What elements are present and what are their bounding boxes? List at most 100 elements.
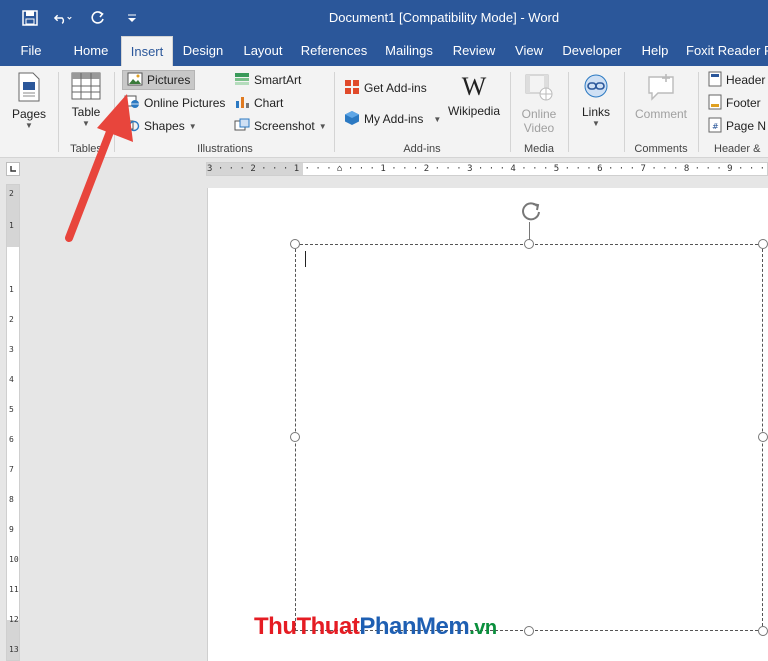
- ruler-tick: 9: [9, 525, 14, 534]
- links-label: Links: [581, 105, 610, 119]
- header-icon: [708, 71, 722, 90]
- smartart-icon: [234, 72, 250, 89]
- ruler-ticks: 3 · · · 2 · · · 1 · · · ⌂ · · · 1 · · · …: [207, 164, 767, 174]
- horizontal-ruler[interactable]: 3 · · · 2 · · · 1 · · · ⌂ · · · 1 · · · …: [206, 162, 768, 176]
- chart-icon: [234, 95, 250, 112]
- title-bar: Document1 [Compatibility Mode] - Word: [0, 0, 768, 36]
- watermark-part: .vn: [469, 617, 497, 639]
- watermark-part: Mem: [416, 613, 470, 640]
- pictures-button[interactable]: Pictures: [122, 70, 196, 90]
- header-button[interactable]: Header: [708, 70, 765, 90]
- window-title: Document1 [Compatibility Mode] - Word: [328, 10, 560, 25]
- ruler-tick: 6: [9, 435, 14, 444]
- tab-help[interactable]: Help: [636, 36, 674, 66]
- tab-home[interactable]: Home: [66, 36, 116, 66]
- vertical-ruler[interactable]: 2 1 1 2 3 4 5 6 7 8 9 10 11 12 13: [6, 184, 20, 661]
- get-addins-button[interactable]: Get Add-ins: [344, 78, 427, 98]
- tab-developer[interactable]: Developer: [558, 36, 626, 66]
- tab-file[interactable]: File: [8, 36, 54, 66]
- pictures-label: Pictures: [147, 73, 191, 87]
- group-label-header-footer: Header &: [714, 143, 761, 155]
- comment-button[interactable]: Comment: [630, 72, 692, 121]
- chart-label: Chart: [254, 96, 284, 110]
- resize-handle-bottom-right[interactable]: [758, 626, 768, 636]
- group-divider: [568, 72, 569, 152]
- watermark-logo: ThuThuatPhanMem.vn: [254, 613, 497, 641]
- ruler-tick: 8: [9, 495, 14, 504]
- group-label-illustrations: Illustrations: [197, 143, 253, 155]
- online-video-icon: [516, 72, 562, 105]
- group-label-comments: Comments: [634, 143, 688, 155]
- ruler-tick: 3: [9, 345, 14, 354]
- tab-design[interactable]: Design: [178, 36, 228, 66]
- chevron-down-icon: ▼: [433, 114, 442, 124]
- addins-icon: [344, 110, 360, 129]
- resize-handle-top-left[interactable]: [290, 239, 300, 249]
- watermark-part: Thuat: [296, 613, 360, 640]
- page-number-icon: #: [708, 117, 722, 136]
- comment-label: Comment: [634, 107, 687, 121]
- my-addins-label: My Add-ins: [364, 112, 424, 126]
- footer-button[interactable]: Footer: [708, 93, 761, 113]
- text-box[interactable]: [295, 244, 763, 631]
- ruler-tick: 5: [9, 405, 14, 414]
- tab-selector[interactable]: [6, 162, 20, 176]
- tab-foxit-reader[interactable]: Foxit Reader PD: [686, 36, 768, 66]
- page-number-button[interactable]: # Page N: [708, 116, 766, 136]
- smartart-button[interactable]: SmartArt: [234, 70, 301, 90]
- chevron-down-icon: ▼: [318, 121, 327, 131]
- wikipedia-button[interactable]: W Wikipedia: [444, 72, 504, 118]
- footer-label: Footer: [726, 96, 761, 110]
- group-label-addins: Add-ins: [403, 143, 441, 155]
- screenshot-icon: [234, 118, 250, 135]
- comment-icon: [630, 72, 692, 105]
- wikipedia-icon: W: [461, 72, 487, 101]
- ruler-tick: 13: [9, 645, 19, 654]
- screenshot-label: Screenshot: [254, 119, 315, 133]
- ruler-tick: 12: [9, 615, 19, 624]
- resize-handle-top[interactable]: [524, 239, 534, 249]
- ribbon-tabs: File Home Insert Design Layout Reference…: [0, 36, 768, 66]
- group-divider: [334, 72, 335, 152]
- ruler-tick: 1: [9, 221, 14, 230]
- tab-layout[interactable]: Layout: [238, 36, 288, 66]
- ruler-tick: 4: [9, 375, 14, 384]
- online-video-label-2: Video: [523, 121, 555, 135]
- tab-view[interactable]: View: [510, 36, 548, 66]
- online-video-button[interactable]: Online Video: [516, 72, 562, 135]
- ruler-tick: 2: [9, 315, 14, 324]
- wikipedia-label: Wikipedia: [447, 104, 501, 118]
- links-icon: [574, 72, 618, 103]
- ruler-tick: 11: [9, 585, 19, 594]
- resize-handle-right[interactable]: [758, 432, 768, 442]
- watermark-part: Thu: [254, 613, 297, 640]
- tab-references[interactable]: References: [298, 36, 370, 66]
- tab-mailings[interactable]: Mailings: [380, 36, 438, 66]
- tab-insert[interactable]: Insert: [121, 36, 173, 66]
- resize-handle-left[interactable]: [290, 432, 300, 442]
- pictures-icon: [127, 72, 143, 89]
- chart-button[interactable]: Chart: [234, 93, 283, 113]
- get-addins-label: Get Add-ins: [364, 81, 427, 95]
- ruler-tick: 7: [9, 465, 14, 474]
- group-label-media: Media: [524, 143, 554, 155]
- text-cursor: [305, 251, 306, 267]
- screenshot-button[interactable]: Screenshot ▼: [234, 116, 327, 136]
- resize-handle-top-right[interactable]: [758, 239, 768, 249]
- chevron-down-icon: ▼: [25, 121, 33, 130]
- my-addins-button[interactable]: My Add-ins ▼: [344, 109, 441, 129]
- svg-text:#: #: [712, 122, 719, 131]
- chevron-down-icon: ▼: [592, 119, 600, 128]
- pages-icon: [8, 72, 50, 105]
- pages-button[interactable]: Pages ▼: [8, 72, 50, 130]
- links-button[interactable]: Links ▼: [574, 72, 618, 128]
- chevron-down-icon: ▼: [188, 121, 197, 131]
- group-divider: [510, 72, 511, 152]
- store-icon: [344, 79, 360, 98]
- online-pictures-label: Online Pictures: [144, 96, 226, 110]
- online-video-label-1: Online: [521, 107, 557, 121]
- resize-handle-bottom[interactable]: [524, 626, 534, 636]
- rotate-icon[interactable]: [518, 198, 544, 224]
- tab-review[interactable]: Review: [448, 36, 500, 66]
- smartart-label: SmartArt: [254, 73, 302, 87]
